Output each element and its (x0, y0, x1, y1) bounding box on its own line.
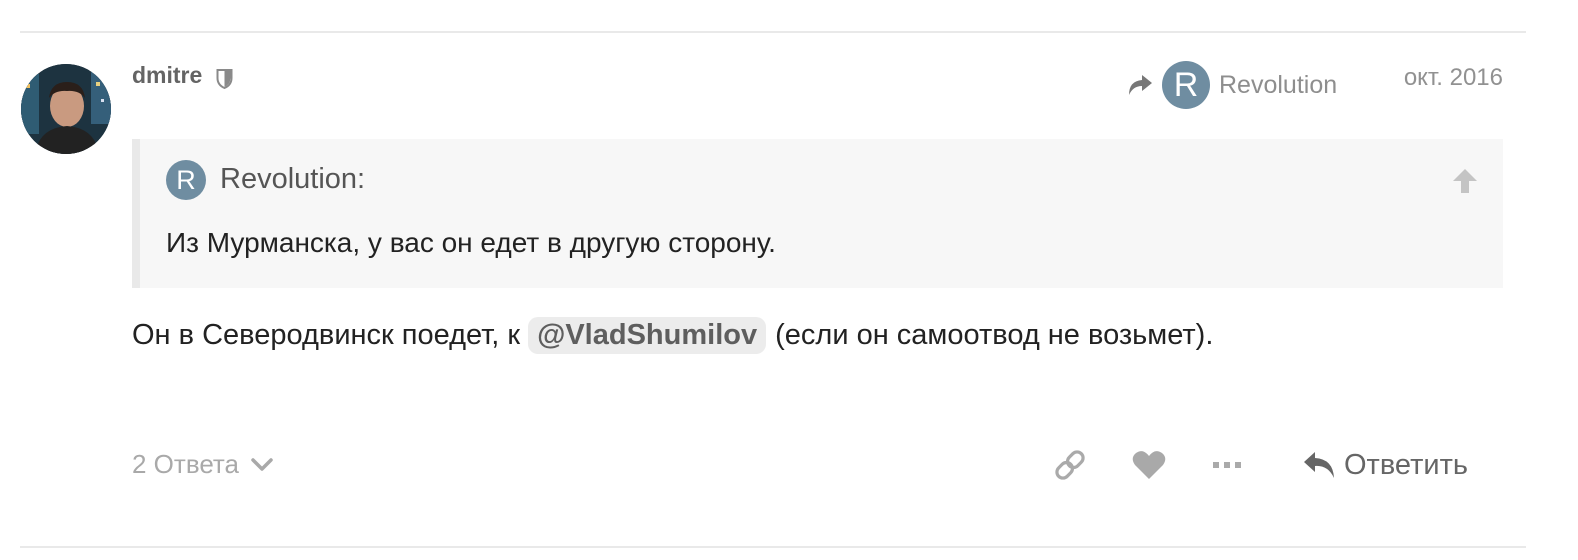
post-text-before: Он в Северодвинск поедет, к (132, 319, 521, 351)
chevron-down-icon (251, 457, 273, 471)
replies-count: 2 Ответа (132, 449, 240, 479)
post-body: Он в Северодвинск поедет, к @VladShumilo… (132, 317, 1213, 354)
quote-author: Revolution: (220, 163, 366, 195)
top-divider (20, 31, 1526, 33)
reply-arrow-icon (1129, 75, 1152, 95)
heart-icon (1132, 451, 1166, 479)
share-link-button[interactable] (1052, 443, 1088, 487)
arrow-up-icon[interactable] (1451, 167, 1479, 195)
reply-to-link[interactable]: R Revolution (1126, 60, 1337, 110)
bottom-divider (20, 546, 1526, 548)
avatar-photo (21, 64, 111, 154)
user-mention[interactable]: @VladShumilov (528, 317, 767, 354)
link-icon (1055, 450, 1085, 480)
reply-to-name: Revolution (1219, 70, 1338, 99)
reply-icon (1304, 452, 1334, 478)
quote-text: Из Мурманска, у вас он едет в другую сто… (166, 227, 776, 258)
like-button[interactable] (1130, 443, 1168, 487)
more-actions-button[interactable] (1210, 443, 1244, 487)
shield-icon (216, 69, 233, 89)
post-text-after: (если он самоотвод не возьмет). (775, 319, 1214, 351)
post-username[interactable]: dmitre (132, 62, 202, 89)
reply-button[interactable]: Ответить (1302, 443, 1468, 487)
user-avatar[interactable] (21, 64, 111, 154)
replies-toggle[interactable]: 2 Ответа (132, 449, 273, 480)
post-date[interactable]: окт. 2016 (1404, 64, 1503, 92)
quote-avatar: R (166, 160, 206, 200)
quote-block: R Revolution: Из Мурманска, у вас он еде… (132, 139, 1503, 288)
reply-label: Ответить (1344, 448, 1468, 481)
ellipsis-icon (1213, 462, 1241, 468)
reply-to-avatar: R (1162, 61, 1210, 109)
